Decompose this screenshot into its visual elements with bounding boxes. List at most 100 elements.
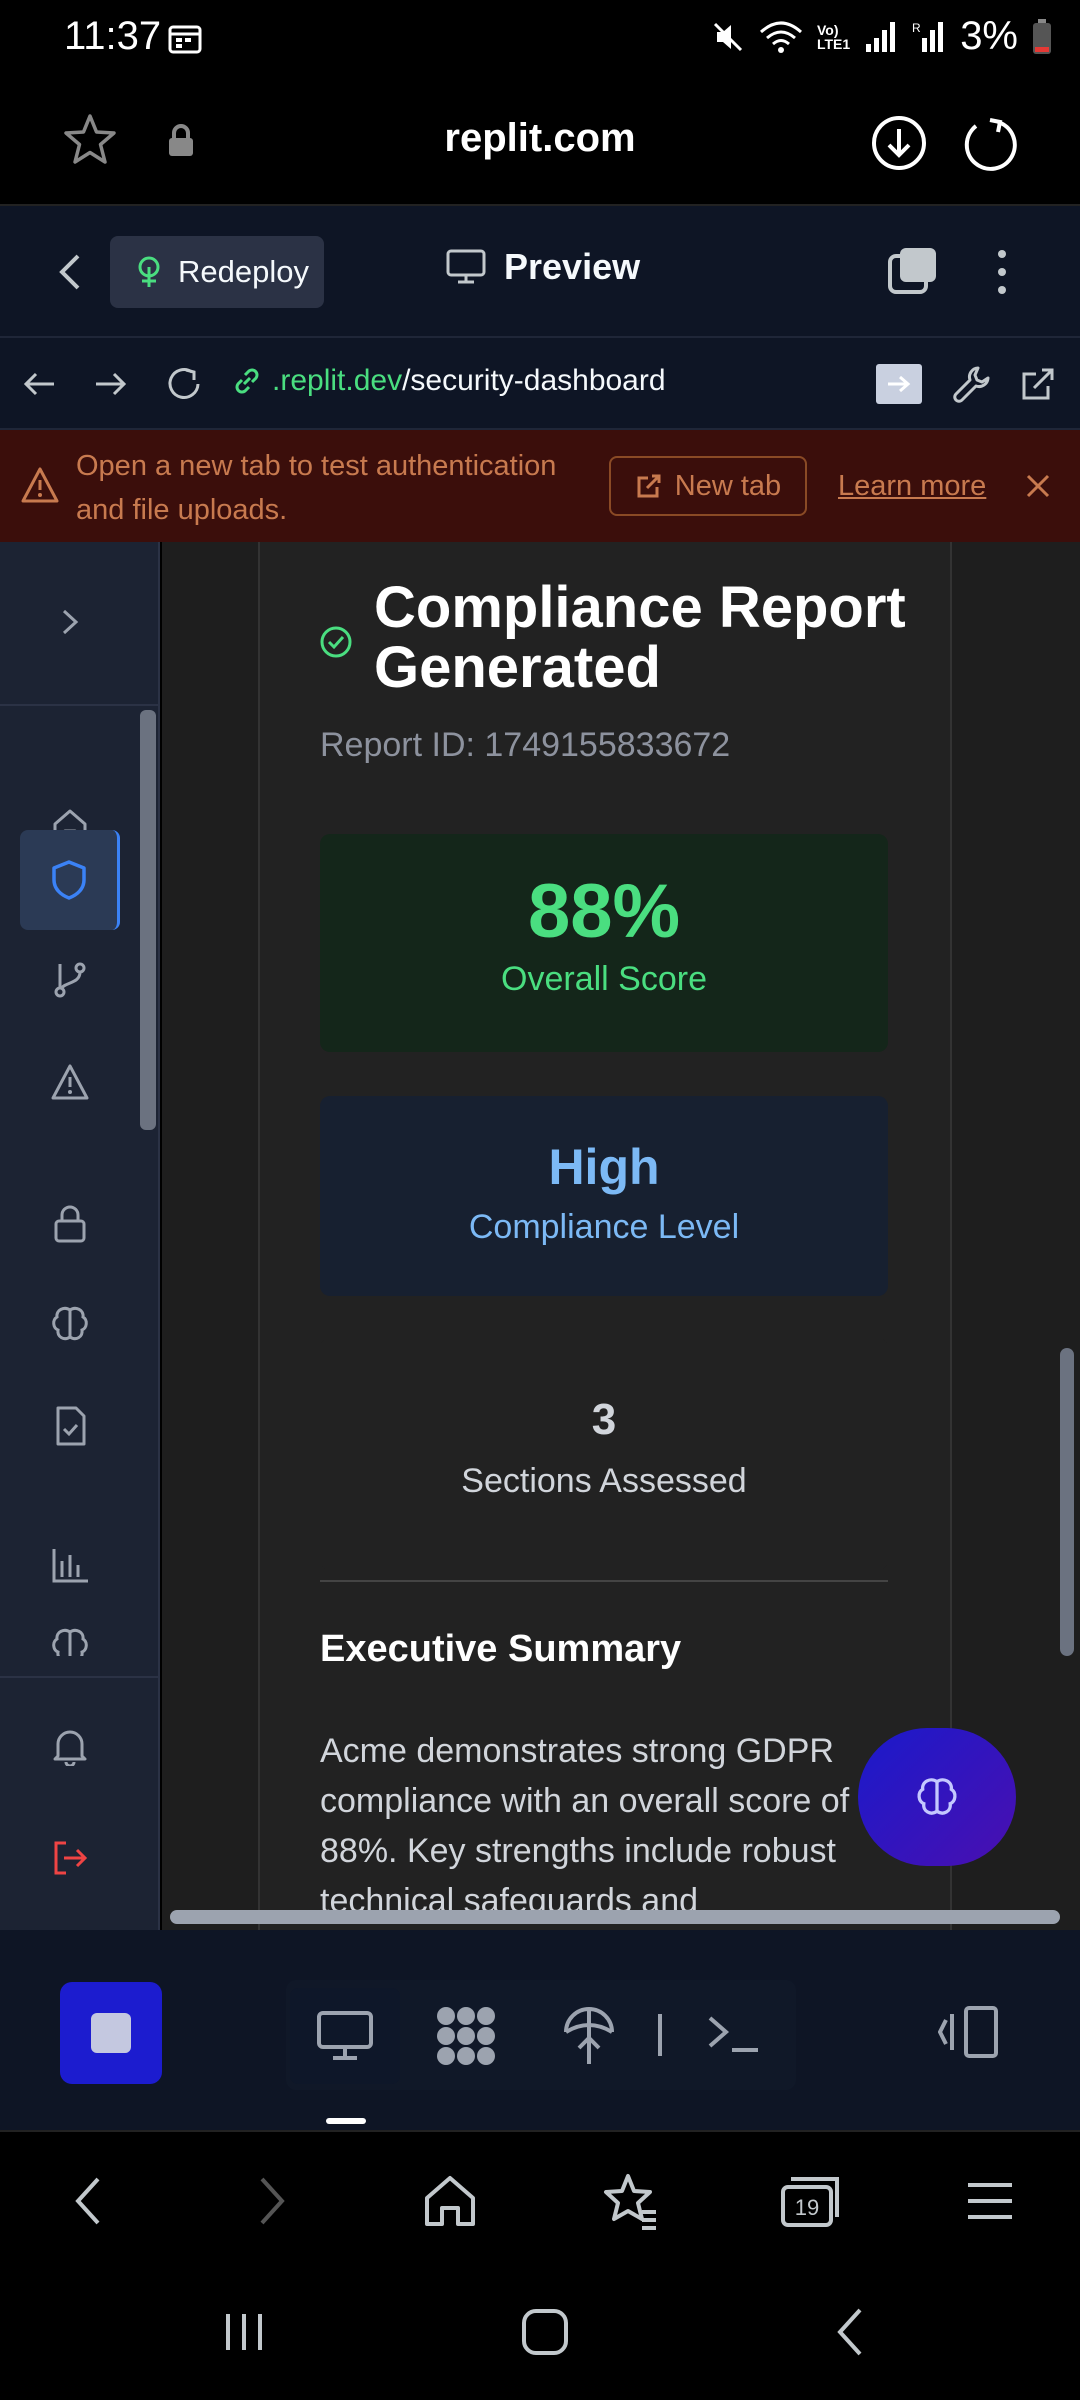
bar-chart-icon[interactable] <box>20 1516 120 1616</box>
webview-url[interactable]: .replit.dev/security-dashboard <box>232 364 666 398</box>
executive-summary-heading: Executive Summary <box>320 1628 682 1670</box>
close-icon[interactable] <box>1024 472 1052 500</box>
expand-icon[interactable] <box>20 572 120 672</box>
section-divider <box>320 1580 888 1582</box>
url-domain: .replit.dev <box>272 364 403 397</box>
content-horizontal-scrollbar[interactable] <box>170 1910 1060 1924</box>
external-link-icon[interactable] <box>1018 364 1058 404</box>
external-link-icon <box>635 472 663 500</box>
stat-value: 88% <box>527 869 681 954</box>
home-button-icon[interactable] <box>520 2307 570 2357</box>
replit-header: Redeploy Preview <box>0 206 1080 338</box>
webview-address-row: .replit.dev/security-dashboard <box>0 338 1080 430</box>
workspace-apps-icon[interactable] <box>434 2004 498 2068</box>
lock-icon[interactable] <box>20 1174 120 1274</box>
link-icon <box>232 366 262 396</box>
redeploy-label: Redeploy <box>178 254 309 289</box>
status-bar: 11:37 Vo) LTE1 R 3% <box>0 0 1080 80</box>
back-icon[interactable] <box>70 2173 106 2229</box>
wrench-icon[interactable] <box>952 364 992 404</box>
volte-icon: Vo) LTE1 <box>816 21 851 52</box>
bell-icon[interactable] <box>20 1696 120 1796</box>
split-view-icon[interactable] <box>938 2004 1000 2060</box>
calendar-icon <box>168 24 202 54</box>
report-id: Report ID: 1749155833672 <box>320 726 731 764</box>
warning-banner: Open a new tab to test authentication an… <box>0 430 1080 542</box>
brain-icon <box>915 1775 959 1819</box>
tabs-icon[interactable] <box>886 246 938 298</box>
brain-icon[interactable] <box>20 1612 120 1656</box>
system-back-icon[interactable] <box>832 2306 868 2358</box>
stat-label: Sections Assessed <box>461 1462 747 1500</box>
sidebar-scrollbar[interactable] <box>140 710 156 1130</box>
tab-count: 19 <box>795 2195 819 2220</box>
wifi-icon <box>759 20 803 54</box>
sidebar-divider <box>0 1676 160 1678</box>
shield-icon[interactable] <box>20 830 120 930</box>
stat-value: 3 <box>591 1395 617 1444</box>
more-vertical-icon[interactable] <box>992 246 1012 298</box>
browser-toolbar: replit.com <box>0 80 1080 206</box>
replit-bottom-bar <box>0 1930 1080 2130</box>
recent-apps-icon[interactable] <box>220 2310 268 2354</box>
stop-button[interactable] <box>60 1982 162 2084</box>
stat-compliance-level: High Compliance Level <box>320 1096 888 1296</box>
app-sidebar <box>0 542 160 1930</box>
executive-summary-text: Acme demonstrates strong GDPR compliance… <box>320 1732 850 1920</box>
brain-icon[interactable] <box>20 1274 120 1374</box>
mute-icon <box>711 20 745 54</box>
menu-icon[interactable] <box>965 2179 1015 2223</box>
reload-icon[interactable] <box>960 114 1018 172</box>
deploy-icon[interactable] <box>560 2004 618 2068</box>
sidebar-divider <box>0 704 160 706</box>
status-time: 11:37 <box>64 14 162 58</box>
arrow-right-icon[interactable] <box>92 368 128 400</box>
preview-tab[interactable]: Preview <box>446 246 640 288</box>
banner-message: Open a new tab to test authentication an… <box>76 450 557 526</box>
url-path: /security-dashboard <box>402 364 666 397</box>
refresh-icon[interactable] <box>164 364 204 404</box>
browser-bottom-nav: 19 <box>0 2130 1080 2270</box>
svg-text:R: R <box>912 21 921 35</box>
ai-assistant-fab[interactable] <box>858 1728 1016 1866</box>
tabs-count-icon[interactable]: 19 <box>779 2173 841 2229</box>
report-title: Compliance Report Generated <box>374 575 906 700</box>
file-check-icon[interactable] <box>20 1376 120 1476</box>
report-viewport: Compliance Report Generated Report ID: 1… <box>162 542 1080 1930</box>
go-arrow-icon[interactable] <box>876 364 922 404</box>
stat-label: Overall Score <box>501 960 707 998</box>
forward-icon[interactable] <box>254 2173 290 2229</box>
arrow-left-icon[interactable] <box>22 368 58 400</box>
stat-value: High <box>548 1139 660 1195</box>
battery-icon <box>1032 18 1052 55</box>
signal-roaming-icon: R <box>912 20 946 54</box>
download-icon[interactable] <box>870 114 928 172</box>
monitor-icon <box>446 249 486 285</box>
check-circle-icon <box>318 624 354 660</box>
warning-icon <box>20 466 60 504</box>
system-nav-bar <box>0 2270 1080 2400</box>
stat-overall-score: 88% Overall Score <box>320 834 888 1052</box>
deploy-icon <box>134 255 164 289</box>
active-mode-indicator <box>326 2118 366 2124</box>
new-tab-button[interactable]: New tab <box>609 456 807 516</box>
stat-sections-assessed: 3 Sections Assessed <box>320 1338 888 1570</box>
home-icon[interactable] <box>422 2174 478 2228</box>
preview-label: Preview <box>504 246 641 287</box>
signal-icon <box>864 20 898 54</box>
back-chevron-icon[interactable] <box>54 250 86 294</box>
learn-more-link[interactable]: Learn more <box>838 470 986 503</box>
logout-icon[interactable] <box>20 1808 120 1908</box>
monitor-icon[interactable] <box>290 1988 400 2084</box>
stop-square-icon <box>89 2011 133 2055</box>
bookmarks-icon[interactable] <box>600 2172 660 2230</box>
terminal-icon[interactable] <box>706 2012 760 2056</box>
battery-percent: 3% <box>960 14 1018 58</box>
new-tab-label: New tab <box>674 469 782 502</box>
content-vertical-scrollbar[interactable] <box>1060 1348 1074 1656</box>
redeploy-button[interactable]: Redeploy <box>110 236 324 308</box>
git-branch-icon[interactable] <box>20 930 120 1030</box>
warning-icon[interactable] <box>20 1032 120 1132</box>
mode-separator <box>658 2014 662 2056</box>
stat-label: Compliance Level <box>468 1208 740 1246</box>
